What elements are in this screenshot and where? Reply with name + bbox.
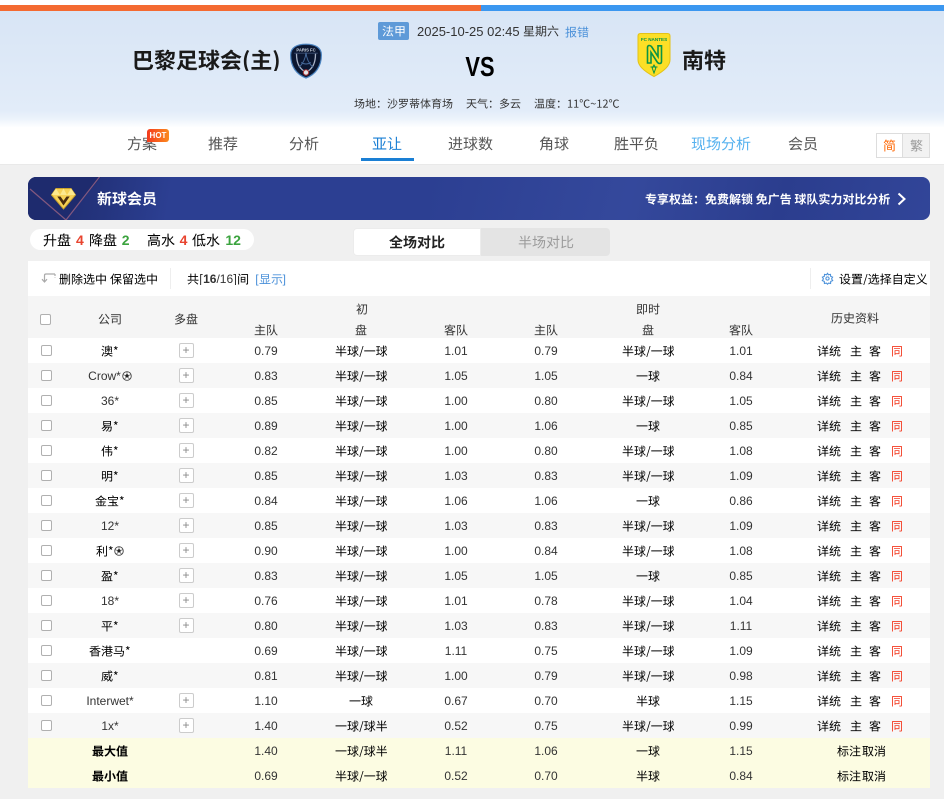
svg-text:FC NANTES: FC NANTES (641, 37, 667, 42)
svg-text:PARIS FC: PARIS FC (296, 48, 315, 53)
